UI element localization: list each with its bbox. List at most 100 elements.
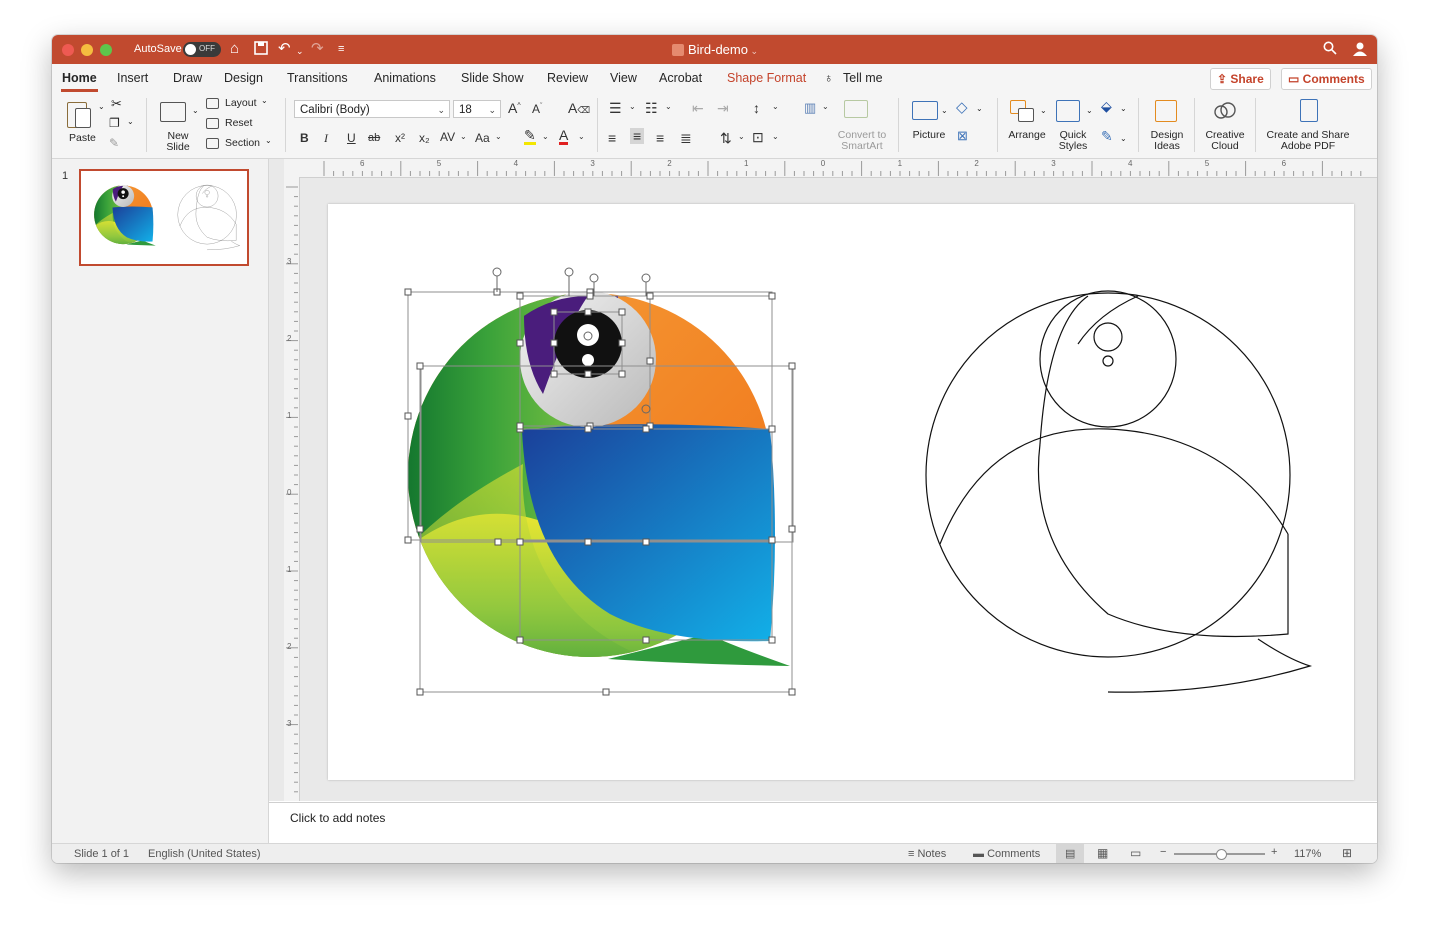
copy-icon[interactable]: ❐ xyxy=(109,116,120,130)
character-spacing-button[interactable]: AV xyxy=(440,130,455,144)
zoom-in-icon[interactable]: + xyxy=(1271,846,1277,858)
language-indicator[interactable]: English (United States) xyxy=(148,848,261,860)
tab-shape-format[interactable]: Shape Format xyxy=(727,71,806,85)
chevron-down-icon[interactable]: ⌄ xyxy=(772,132,779,141)
increase-font-size-icon[interactable]: A^ xyxy=(508,100,521,116)
tab-home[interactable]: Home xyxy=(61,71,98,92)
align-left-icon[interactable]: ≡ xyxy=(608,130,616,146)
shapes-icon[interactable]: ◇ xyxy=(956,98,968,116)
undo-icon[interactable]: ↶ xyxy=(278,40,291,58)
text-box-icon[interactable]: ⊠ xyxy=(957,128,968,144)
clear-formatting-icon[interactable]: A⌫ xyxy=(568,100,590,116)
shape-fill-icon[interactable]: ⬙ xyxy=(1101,98,1112,115)
subscript-button[interactable]: x₂ xyxy=(419,131,430,145)
create-share-pdf-button[interactable]: Create and Share Adobe PDF xyxy=(1260,98,1356,152)
cut-icon[interactable]: ✂ xyxy=(111,96,122,112)
chevron-down-icon[interactable]: ⌄ xyxy=(460,132,467,141)
zoom-slider[interactable] xyxy=(1174,849,1265,860)
comments-toggle[interactable]: ▬ Comments xyxy=(973,848,1040,860)
chevron-down-icon[interactable]: ⌄ xyxy=(738,132,745,141)
tab-tell-me[interactable]: Tell me xyxy=(843,71,883,85)
underline-button[interactable]: U xyxy=(347,131,356,145)
chevron-down-icon[interactable]: ⌄ xyxy=(665,102,672,111)
change-case-button[interactable]: Aa xyxy=(475,131,490,145)
bird-artwork[interactable] xyxy=(388,284,1310,724)
tab-review[interactable]: Review xyxy=(547,71,588,85)
superscript-button[interactable]: x² xyxy=(395,131,405,145)
tab-animations[interactable]: Animations xyxy=(374,71,436,85)
chevron-down-icon[interactable]: ⌄ xyxy=(495,132,502,141)
decrease-indent-icon[interactable]: ⇤ xyxy=(692,100,704,117)
paste-dropdown-icon[interactable]: ⌄ xyxy=(98,102,105,111)
reading-view-icon[interactable]: ▭ xyxy=(1130,846,1141,860)
convert-to-smartart-button[interactable]: Convert to SmartArt xyxy=(832,98,892,152)
zoom-level[interactable]: 117% xyxy=(1294,848,1321,860)
new-slide-dropdown-icon[interactable]: ⌄ xyxy=(192,106,199,115)
chevron-down-icon[interactable]: ⌄ xyxy=(1120,104,1127,113)
bold-button[interactable]: B xyxy=(300,131,309,145)
columns-icon[interactable]: ▥ xyxy=(804,100,816,116)
search-icon[interactable] xyxy=(1323,41,1337,60)
chevron-down-icon[interactable]: ⌄ xyxy=(629,102,636,111)
home-icon[interactable]: ⌂ xyxy=(230,40,239,58)
font-size-dropdown[interactable]: 18 ⌄ xyxy=(453,100,501,118)
notes-placeholder[interactable]: Click to add notes xyxy=(290,811,385,825)
reset-button[interactable]: Reset xyxy=(204,116,264,132)
zoom-slider-thumb[interactable] xyxy=(1216,849,1227,860)
tab-slide-show[interactable]: Slide Show xyxy=(461,71,524,85)
chevron-down-icon[interactable]: ⌄ xyxy=(542,132,549,141)
chevron-down-icon[interactable]: ⌄ xyxy=(1120,134,1127,143)
fit-to-window-icon[interactable]: ⊞ xyxy=(1342,846,1352,860)
customize-toolbar-icon[interactable]: ≡ xyxy=(338,40,344,58)
align-text-icon[interactable]: ⊡ xyxy=(752,129,764,146)
line-spacing-icon[interactable]: ↕ xyxy=(753,100,760,116)
chevron-down-icon[interactable]: ⌄ xyxy=(772,102,779,111)
numbering-icon[interactable]: ☷ xyxy=(645,100,658,117)
zoom-window-button[interactable] xyxy=(100,44,112,56)
tab-draw[interactable]: Draw xyxy=(173,71,202,85)
minimize-window-button[interactable] xyxy=(81,44,93,56)
autosave-toggle[interactable]: OFF xyxy=(183,42,221,57)
format-painter-icon[interactable]: ✎ xyxy=(109,136,119,150)
chevron-down-icon[interactable]: ⌄ xyxy=(976,104,983,113)
creative-cloud-button[interactable]: Creative Cloud xyxy=(1200,98,1250,152)
copy-dropdown-icon[interactable]: ⌄ xyxy=(127,117,134,126)
decrease-font-size-icon[interactable]: Aˇ xyxy=(532,102,542,116)
account-icon[interactable] xyxy=(1352,41,1368,62)
design-ideas-button[interactable]: Design Ideas xyxy=(1145,98,1189,152)
tab-design[interactable]: Design xyxy=(224,71,263,85)
chevron-down-icon[interactable]: ⌄ xyxy=(578,132,585,141)
chevron-down-icon[interactable]: ⌄ xyxy=(941,106,948,115)
notes-toggle[interactable]: ≡ Notes xyxy=(908,848,946,860)
justify-icon[interactable]: ≣ xyxy=(680,130,692,147)
zoom-out-icon[interactable]: − xyxy=(1160,846,1166,858)
normal-view-button[interactable]: ▤ xyxy=(1056,844,1084,863)
slide-thumbnail[interactable] xyxy=(79,169,249,266)
redo-icon[interactable]: ↷ xyxy=(311,40,324,58)
comments-button[interactable]: ▭ Comments xyxy=(1281,68,1372,90)
font-name-dropdown[interactable]: Calibri (Body) ⌄ xyxy=(294,100,450,118)
close-window-button[interactable] xyxy=(62,44,74,56)
tab-transitions[interactable]: Transitions xyxy=(287,71,348,85)
undo-dropdown-icon[interactable]: ⌄ xyxy=(296,42,304,60)
share-button[interactable]: ⇪ Share xyxy=(1210,68,1271,90)
chevron-down-icon[interactable]: ⌄ xyxy=(822,102,829,111)
text-direction-icon[interactable]: ⇅ xyxy=(720,130,732,147)
increase-indent-icon[interactable]: ⇥ xyxy=(717,100,729,117)
section-button[interactable]: Section ⌄ xyxy=(204,136,276,152)
layout-button[interactable]: Layout ⌄ xyxy=(204,96,274,112)
highlight-icon[interactable]: ✎ xyxy=(524,128,536,145)
strikethrough-button[interactable]: ab xyxy=(368,132,380,144)
align-center-icon[interactable]: ≡ xyxy=(630,128,645,144)
shape-outline-icon[interactable]: ✎ xyxy=(1101,128,1113,145)
italic-button[interactable]: I xyxy=(324,131,328,146)
chevron-down-icon[interactable]: ⌄ xyxy=(1040,106,1047,115)
align-right-icon[interactable]: ≡ xyxy=(656,130,664,146)
chevron-down-icon[interactable]: ⌄ xyxy=(1086,106,1093,115)
tab-view[interactable]: View xyxy=(610,71,637,85)
tab-acrobat[interactable]: Acrobat xyxy=(659,71,702,85)
slide-canvas[interactable] xyxy=(328,204,1354,780)
tab-insert[interactable]: Insert xyxy=(117,71,148,85)
notes-pane[interactable]: Click to add notes xyxy=(269,802,1377,844)
save-icon[interactable] xyxy=(254,41,268,60)
